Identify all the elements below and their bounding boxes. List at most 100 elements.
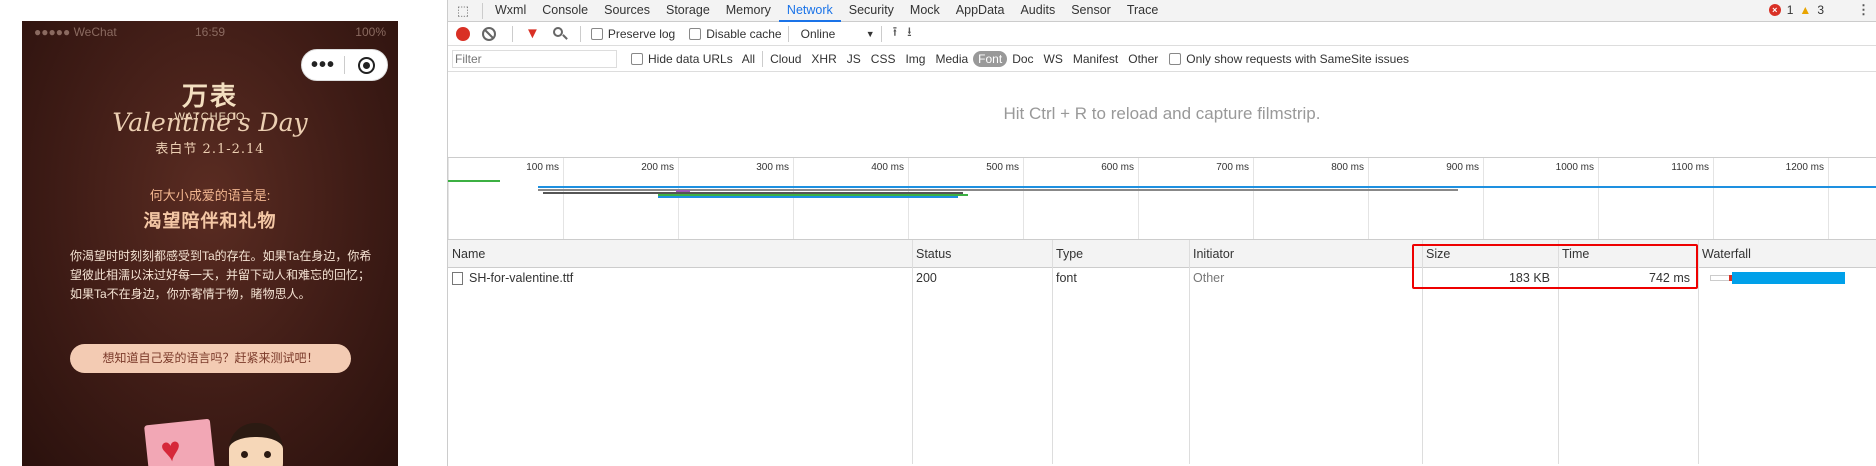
tick-label: 200 ms [641, 162, 674, 173]
tab-security[interactable]: Security [841, 0, 902, 22]
filter-font[interactable]: Font [973, 50, 1008, 67]
filter-bar: Hide data URLs All Cloud XHR JS CSS Img … [448, 46, 1876, 72]
clear-button[interactable] [482, 26, 496, 41]
throttling-value: Online [800, 26, 836, 41]
filter-xhr[interactable]: XHR [806, 51, 841, 67]
column-header-waterfall[interactable]: Waterfall [1698, 240, 1876, 268]
filter-cloud[interactable]: Cloud [765, 51, 806, 67]
filter-icon[interactable]: ▼ [525, 26, 540, 41]
timeline-bar [538, 186, 1876, 188]
target-icon [357, 56, 375, 74]
preserve-log-label: Preserve log [607, 26, 676, 41]
filter-css[interactable]: CSS [866, 51, 901, 67]
filter-input[interactable] [452, 49, 617, 68]
tab-console[interactable]: Console [534, 0, 596, 22]
heart-icon: ♥ [158, 429, 183, 466]
column-header-name[interactable]: Name [448, 240, 912, 268]
phone-simulator: ●●●●● WeChat 16:59 100% ••• 万表 WATCHECO … [22, 21, 398, 466]
tab-sensor[interactable]: Sensor [1063, 0, 1119, 22]
tick-label: 800 ms [1331, 162, 1364, 173]
throttling-select[interactable]: Online ▼ [801, 27, 875, 41]
more-menu-button[interactable]: ••• [302, 55, 344, 75]
error-count: 1 [1786, 3, 1794, 17]
devtools-panel: ⬚ Wxml Console Sources Storage Memory Ne… [447, 0, 1876, 466]
tick-label: 500 ms [986, 162, 1019, 173]
request-type: font [1056, 271, 1077, 285]
file-icon [452, 272, 463, 286]
tick-label: 700 ms [1216, 162, 1249, 173]
request-initiator: Other [1193, 271, 1225, 285]
result-answer: 渴望陪伴和礼物 [143, 211, 277, 231]
hide-data-urls-checkbox[interactable] [631, 52, 643, 65]
tab-wxml[interactable]: Wxml [487, 0, 534, 22]
tick-label: 600 ms [1101, 162, 1134, 173]
error-icon: × [1768, 4, 1781, 16]
warning-count: 3 [1817, 3, 1824, 17]
tick-label: 900 ms [1446, 162, 1479, 173]
table-row[interactable]: SH-for-valentine.ttf [448, 268, 912, 288]
overview-timeline[interactable]: 100 ms 200 ms 300 ms 400 ms 500 ms 600 m… [448, 158, 1876, 240]
column-header-type[interactable]: Type [1052, 240, 1189, 268]
column-header-status[interactable]: Status [912, 240, 1052, 268]
export-har-icon[interactable]: ⭳ [907, 23, 912, 45]
tick-label: 400 ms [871, 162, 904, 173]
result-question: 何大小成爱的语言是: [149, 188, 271, 203]
preserve-log-checkbox[interactable] [590, 27, 603, 40]
hide-data-urls-label: Hide data URLs [648, 51, 733, 66]
filter-ws[interactable]: WS [1039, 51, 1068, 67]
chevron-down-icon: ▼ [865, 28, 875, 39]
filter-all[interactable]: All [737, 51, 760, 67]
tab-memory[interactable]: Memory [718, 0, 779, 22]
phone-status-bar: ●●●●● WeChat 16:59 100% [22, 25, 398, 45]
request-name: SH-for-valentine.ttf [469, 271, 574, 285]
filter-manifest[interactable]: Manifest [1068, 51, 1123, 67]
request-status: 200 [916, 271, 937, 285]
timeline-bar [658, 196, 958, 198]
valentine-title: Valentine's Day [112, 108, 308, 137]
battery-label: 100% [355, 25, 386, 39]
tick-label: 300 ms [756, 162, 789, 173]
timeline-bar [676, 190, 690, 192]
inspect-element-icon[interactable]: ⬚ [448, 3, 478, 19]
take-test-button[interactable]: 想知道自己爱的语言吗？赶紧来测试吧！ [70, 344, 351, 373]
tick-label: 100 ms [526, 162, 559, 173]
tick-label: 1200 ms [1785, 162, 1824, 173]
result-description: 你渴望时时刻刻都感受到Ta的存在。如果Ta在身边，你希望彼此相濡以沫过好每一天，… [70, 249, 372, 301]
request-waterfall [1698, 268, 1876, 288]
warning-icon: ▲ [1799, 3, 1812, 17]
disable-cache-label: Disable cache [706, 26, 782, 41]
filter-js[interactable]: JS [842, 51, 866, 67]
search-icon[interactable] [552, 26, 568, 42]
clock-label: 16:59 [194, 25, 226, 39]
tick-label: 1000 ms [1555, 162, 1594, 173]
tab-trace[interactable]: Trace [1119, 0, 1167, 22]
tab-appdata[interactable]: AppData [948, 0, 1013, 22]
tick-label: 1100 ms [1671, 162, 1709, 173]
waterfall-bar [1732, 272, 1845, 284]
tab-network[interactable]: Network [778, 0, 841, 22]
tab-audits[interactable]: Audits [1012, 0, 1063, 22]
highlight-box [1412, 244, 1698, 289]
timeline-bar [448, 180, 500, 182]
issue-counters[interactable]: × 1 ▲ 3 [1768, 3, 1824, 17]
samesite-checkbox[interactable] [1169, 52, 1182, 65]
close-miniprogram-button[interactable] [345, 56, 387, 74]
filmstrip-hint: Hit Ctrl + R to reload and capture films… [448, 72, 1876, 158]
filter-doc[interactable]: Doc [1007, 51, 1038, 67]
character-illustration [229, 423, 283, 466]
column-header-initiator[interactable]: Initiator [1189, 240, 1422, 268]
event-date: 表白节 2.1-2.14 [155, 142, 265, 157]
tab-sources[interactable]: Sources [596, 0, 658, 22]
filter-img[interactable]: Img [900, 51, 930, 67]
tab-mock[interactable]: Mock [902, 0, 948, 22]
filter-other[interactable]: Other [1123, 51, 1163, 67]
import-har-icon[interactable]: ⭱ [893, 23, 898, 45]
filter-media[interactable]: Media [930, 51, 973, 67]
samesite-label: Only show requests with SameSite issues [1186, 51, 1410, 66]
devtools-tab-bar: ⬚ Wxml Console Sources Storage Memory Ne… [448, 0, 1876, 22]
disable-cache-checkbox[interactable] [689, 27, 702, 40]
network-toolbar: ▼ Preserve log Disable cache Online ▼ ⭱ … [448, 22, 1876, 46]
record-button[interactable] [456, 26, 470, 41]
settings-menu-icon[interactable]: ⋮ [1857, 2, 1870, 18]
tab-storage[interactable]: Storage [658, 0, 718, 22]
